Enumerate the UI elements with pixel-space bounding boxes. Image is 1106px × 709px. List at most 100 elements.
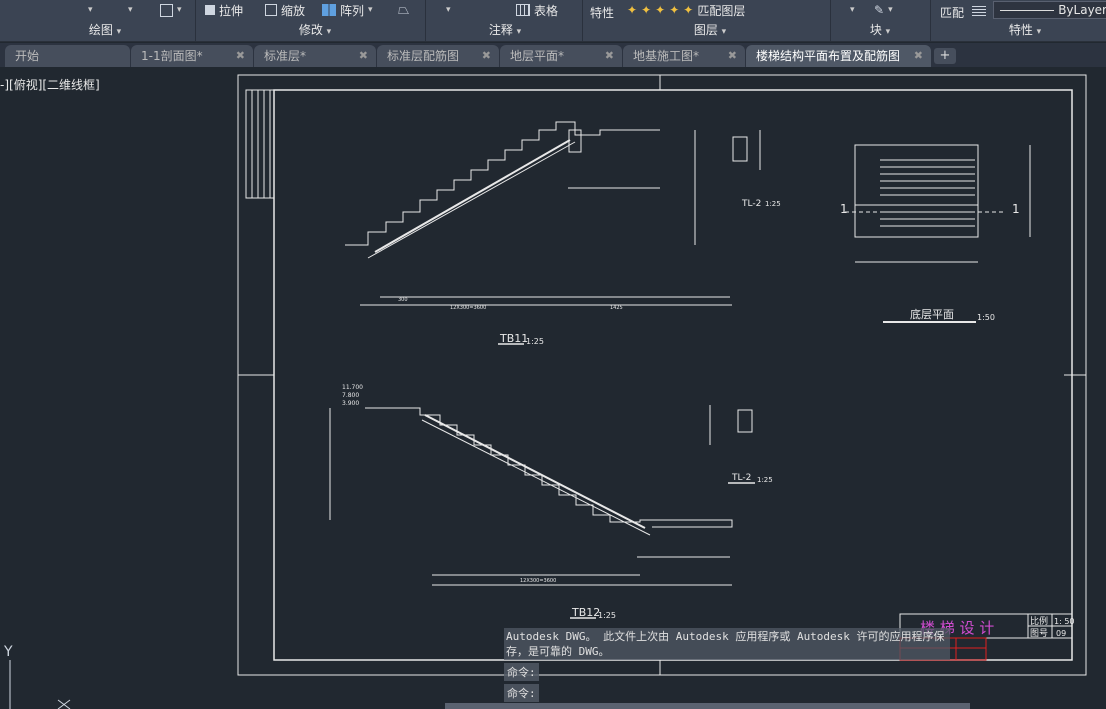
close-icon[interactable]: ✖ <box>728 45 737 67</box>
linetype-value: ByLayer <box>1058 3 1106 17</box>
panel-properties[interactable]: 特性 ▾ <box>995 21 1055 39</box>
ribbon: ▾ ▾ ▾ 拉伸 缩放 阵列 ▾ ⏢ ▾ 表格 特性 ✦ ✦ ✦ ✦ ✦ 匹配图层… <box>0 0 1106 42</box>
scale-button[interactable]: 缩放 <box>265 0 305 20</box>
linetype-sample <box>1000 9 1055 11</box>
block-icon: ✎ <box>874 3 885 17</box>
command-history: Autodesk DWG。 此文件上次由 Autodesk 应用程序或 Auto… <box>504 628 950 702</box>
tab-label: 楼梯结构平面布置及配筋图 <box>756 49 901 63</box>
tab-stair-structure[interactable]: 楼梯结构平面布置及配筋图 ✖ <box>746 45 931 67</box>
tb11-steps <box>345 121 660 246</box>
tab-section-1-1[interactable]: 1-1剖面图* ✖ <box>131 45 253 67</box>
tl2-title-top: TL-2 <box>741 199 761 209</box>
new-tab-button[interactable]: + <box>934 48 956 64</box>
sheet-value: 09 <box>1056 629 1066 638</box>
tab-label: 标准层* <box>264 49 307 63</box>
panel-layers[interactable]: 图层 ▾ <box>675 21 745 39</box>
drawing-border <box>273 89 1073 661</box>
layer-tools[interactable]: ✦ ✦ ✦ ✦ ✦ 匹配图层 <box>627 0 745 20</box>
command-prompt-2[interactable]: 命令: <box>504 684 539 702</box>
scale-icon <box>265 4 277 16</box>
polyline-icon: ⏢ <box>398 2 410 18</box>
close-icon[interactable]: ✖ <box>359 45 368 67</box>
close-icon[interactable]: ✖ <box>914 45 923 67</box>
tl2-section-bottom <box>737 409 753 433</box>
table-icon <box>516 4 530 16</box>
binding-strip <box>245 89 275 199</box>
close-icon[interactable]: ✖ <box>482 45 491 67</box>
draw-dropdown[interactable]: ▾ <box>88 0 93 20</box>
panel-block-label: 块 <box>869 23 882 37</box>
tab-label: 地基施工图* <box>633 49 700 63</box>
scale-label: 比例 <box>1030 615 1048 627</box>
drawing-canvas: 1 1 TB11 1:25 TB12 1:25 TL-2 1:25 TL-2 1… <box>3 74 1087 709</box>
ribbon-separator <box>930 0 931 41</box>
panel-draw[interactable]: 绘图 ▾ <box>60 21 150 39</box>
tb11-scale: 1:25 <box>526 337 544 346</box>
select-window-button[interactable]: ▾ <box>160 0 182 20</box>
tab-label: 开始 <box>15 49 40 63</box>
stretch-label: 拉伸 <box>219 3 244 18</box>
array-icon <box>322 4 336 16</box>
viewport-controls[interactable]: -][俯视][二维线框] <box>0 76 100 93</box>
match-properties-button[interactable]: 匹配 <box>940 2 964 22</box>
block-dropdown[interactable]: ▾ <box>850 0 855 20</box>
close-icon[interactable]: ✖ <box>605 45 614 67</box>
close-icon[interactable]: ✖ <box>236 45 245 67</box>
tab-ground-plan[interactable]: 地层平面* ✖ <box>500 45 622 67</box>
panel-annotation-label: 注释 <box>488 23 513 37</box>
elev-mid: 7.800 <box>342 392 359 399</box>
table-label: 表格 <box>534 3 559 18</box>
table-button[interactable]: 表格 <box>516 0 558 20</box>
binding-strip-lines <box>251 90 271 198</box>
layer-icon-2: ✦ <box>641 3 652 17</box>
tl2-scale-top: 1:25 <box>765 200 781 208</box>
linetype-icon <box>972 4 986 16</box>
layer-properties-label: 特性 <box>590 5 615 20</box>
tl2-title-bottom: TL-2 <box>731 473 751 483</box>
match-layer-label[interactable]: 匹配图层 <box>697 2 745 19</box>
scale-label: 缩放 <box>281 3 306 18</box>
ucs-y-label: Y <box>3 644 13 660</box>
stretch-button[interactable]: 拉伸 <box>205 0 243 20</box>
rectangle-icon <box>160 3 173 17</box>
plus-icon: + <box>939 48 951 63</box>
linetype-icon-cell <box>972 0 986 20</box>
annotation-dropdown[interactable]: ▾ <box>446 0 451 20</box>
dim-300: 300 <box>398 297 408 303</box>
layer-properties-button[interactable]: 特性 <box>590 2 614 22</box>
tb12-scale: 1:25 <box>598 611 616 620</box>
dim-total-tb12: 12X300=3600 <box>520 578 556 584</box>
tb12-soffit <box>421 419 651 536</box>
command-input-bar[interactable] <box>445 703 970 709</box>
command-prompt-1: 命令: <box>504 663 539 681</box>
layer-icon-3: ✦ <box>655 3 666 17</box>
ribbon-separator <box>830 0 831 41</box>
tb11-beam <box>568 129 582 153</box>
edit-polyline-button[interactable]: ⏢ <box>398 0 409 20</box>
ground-plan-title: 底层平面 <box>910 307 954 321</box>
tl2-scale-bottom: 1:25 <box>757 476 773 484</box>
tb11-soffit <box>367 141 576 259</box>
tab-label: 地层平面* <box>510 49 565 63</box>
tab-standard-floor[interactable]: 标准层* ✖ <box>254 45 376 67</box>
array-button[interactable]: 阵列 ▾ <box>322 0 373 20</box>
tab-standard-floor-rebar[interactable]: 标准层配筋图 ✖ <box>377 45 499 67</box>
panel-annotation[interactable]: 注释 ▾ <box>470 21 540 39</box>
tb12-title: TB12 <box>571 606 600 619</box>
tab-label: 1-1剖面图* <box>141 49 203 63</box>
draw-more-dropdown[interactable]: ▾ <box>128 0 133 20</box>
section-mark-left: 1 <box>840 202 848 216</box>
layer-icon-5: ✦ <box>683 3 694 17</box>
ground-plan-outline <box>854 144 979 238</box>
dim-total-tb11: 12X300=3600 <box>450 305 486 311</box>
panel-block[interactable]: 块 ▾ <box>855 21 905 39</box>
block-insert-button[interactable]: ✎ ▾ <box>874 0 893 20</box>
tab-foundation[interactable]: 地基施工图* ✖ <box>623 45 745 67</box>
panel-layers-label: 图层 <box>693 23 718 37</box>
panel-modify[interactable]: 修改 ▾ <box>270 21 360 39</box>
elev-top: 11.700 <box>342 384 363 391</box>
tab-start[interactable]: 开始 <box>5 45 130 67</box>
paper-outline <box>237 74 1087 676</box>
elev-low: 3.900 <box>342 400 359 407</box>
linetype-select[interactable]: ByLayer <box>993 1 1106 19</box>
